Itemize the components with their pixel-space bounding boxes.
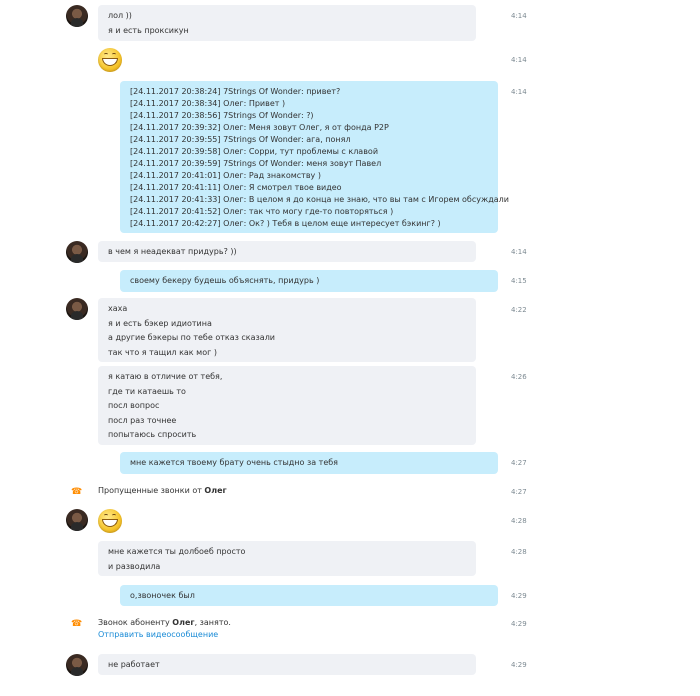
message-text: о,звоночек был bbox=[130, 591, 195, 600]
message-text: посл раз точнее bbox=[108, 415, 177, 425]
avatar[interactable] bbox=[66, 509, 88, 531]
incoming-message[interactable]: хаха я и есть бэкер идиотина а другие бэ… bbox=[98, 298, 476, 362]
avatar[interactable] bbox=[66, 654, 88, 676]
send-video-message-link[interactable]: Отправить видеосообщение bbox=[98, 630, 218, 639]
message-text: своему бекеру будешь объяснять, придурь … bbox=[130, 276, 320, 285]
timestamp: 4:26 bbox=[511, 373, 527, 381]
message-text: [24.11.2017 20:38:34] Олег: Привет ) bbox=[130, 99, 286, 108]
missed-call-icon: ☎ bbox=[71, 487, 83, 497]
outgoing-message[interactable]: своему бекеру будешь объяснять, придурь … bbox=[120, 270, 498, 292]
message-text: где ти катаешь то bbox=[108, 386, 186, 396]
timestamp: 4:14 bbox=[511, 88, 527, 96]
message-text: я и есть проксикун bbox=[108, 25, 189, 35]
message-text: [24.11.2017 20:38:56] 7Strings Of Wonder… bbox=[130, 111, 314, 120]
laughing-emoji-icon bbox=[98, 509, 122, 533]
avatar[interactable] bbox=[66, 298, 88, 320]
message-text: я и есть бэкер идиотина bbox=[108, 318, 212, 328]
timestamp: 4:14 bbox=[511, 248, 527, 256]
message-text: [24.11.2017 20:39:55] 7Strings Of Wonder… bbox=[130, 135, 351, 144]
timestamp: 4:15 bbox=[511, 277, 527, 285]
message-text: не работает bbox=[108, 660, 160, 669]
message-text: так что я тащил как мог ) bbox=[108, 347, 217, 357]
timestamp: 4:27 bbox=[511, 459, 527, 467]
avatar[interactable] bbox=[66, 241, 88, 263]
message-text: я катаю в отличие от тебя, bbox=[108, 372, 223, 381]
contact-name: Олег bbox=[172, 618, 195, 627]
outgoing-call-icon: ☎ bbox=[71, 619, 83, 629]
message-text: лол )) bbox=[108, 11, 132, 20]
message-text: [24.11.2017 20:41:11] Олег: Я смотрел тв… bbox=[130, 183, 342, 192]
message-text: мне кажется ты долбоеб просто bbox=[108, 547, 246, 556]
message-text: [24.11.2017 20:41:01] Олег: Рад знакомст… bbox=[130, 171, 321, 180]
call-notice: Звонок абоненту Олег, занято. bbox=[98, 618, 231, 627]
timestamp: 4:14 bbox=[511, 12, 527, 20]
contact-name: Олег bbox=[204, 486, 227, 495]
notice-text: Пропущенные звонки от bbox=[98, 486, 205, 495]
message-text: [24.11.2017 20:41:52] Олег: так что могу… bbox=[130, 207, 394, 216]
message-text: [24.11.2017 20:38:24] 7Strings Of Wonder… bbox=[130, 87, 341, 96]
incoming-message[interactable]: не работает bbox=[98, 654, 476, 675]
timestamp: 4:28 bbox=[511, 517, 527, 525]
message-text: хаха bbox=[108, 304, 128, 313]
timestamp: 4:27 bbox=[511, 488, 527, 496]
notice-text: Звонок абоненту bbox=[98, 618, 173, 627]
message-text: [24.11.2017 20:39:59] 7Strings Of Wonder… bbox=[130, 159, 382, 168]
outgoing-message[interactable]: [24.11.2017 20:38:24] 7Strings Of Wonder… bbox=[120, 81, 509, 233]
timestamp: 4:14 bbox=[511, 56, 527, 64]
message-text: а другие бэкеры по тебе отказ сказали bbox=[108, 333, 276, 342]
message-text: и разводила bbox=[108, 561, 161, 571]
message-text: мне кажется твоему брату очень стыдно за… bbox=[130, 458, 338, 467]
message-text: посл вопрос bbox=[108, 401, 160, 410]
message-text: [24.11.2017 20:42:27] Олег: Ок? ) Тебя в… bbox=[130, 219, 441, 228]
message-text: [24.11.2017 20:41:33] Олег: В целом я до… bbox=[130, 195, 509, 204]
outgoing-message[interactable]: о,звоночек был bbox=[120, 585, 498, 606]
incoming-message[interactable]: я катаю в отличие от тебя, где ти катаеш… bbox=[98, 366, 476, 445]
timestamp: 4:22 bbox=[511, 306, 527, 314]
incoming-message[interactable]: лол )) я и есть проксикун bbox=[98, 5, 476, 41]
message-text: [24.11.2017 20:39:58] Олег: Сорри, тут п… bbox=[130, 147, 379, 156]
notice-text: , занято. bbox=[194, 618, 231, 627]
incoming-message[interactable]: в чем я неадекват придурь? )) bbox=[98, 241, 476, 262]
message-text: [24.11.2017 20:39:32] Олег: Меня зовут О… bbox=[130, 123, 389, 132]
message-text: в чем я неадекват придурь? )) bbox=[108, 247, 237, 256]
timestamp: 4:29 bbox=[511, 620, 527, 628]
incoming-message[interactable]: мне кажется ты долбоеб просто и разводил… bbox=[98, 541, 476, 576]
avatar[interactable] bbox=[66, 5, 88, 27]
laughing-emoji-icon bbox=[98, 48, 122, 72]
missed-calls-notice: Пропущенные звонки от Олег bbox=[98, 486, 227, 495]
message-text: попытаюсь спросить bbox=[108, 430, 197, 439]
timestamp: 4:29 bbox=[511, 592, 527, 600]
outgoing-message[interactable]: мне кажется твоему брату очень стыдно за… bbox=[120, 452, 498, 474]
timestamp: 4:29 bbox=[511, 661, 527, 669]
timestamp: 4:28 bbox=[511, 548, 527, 556]
